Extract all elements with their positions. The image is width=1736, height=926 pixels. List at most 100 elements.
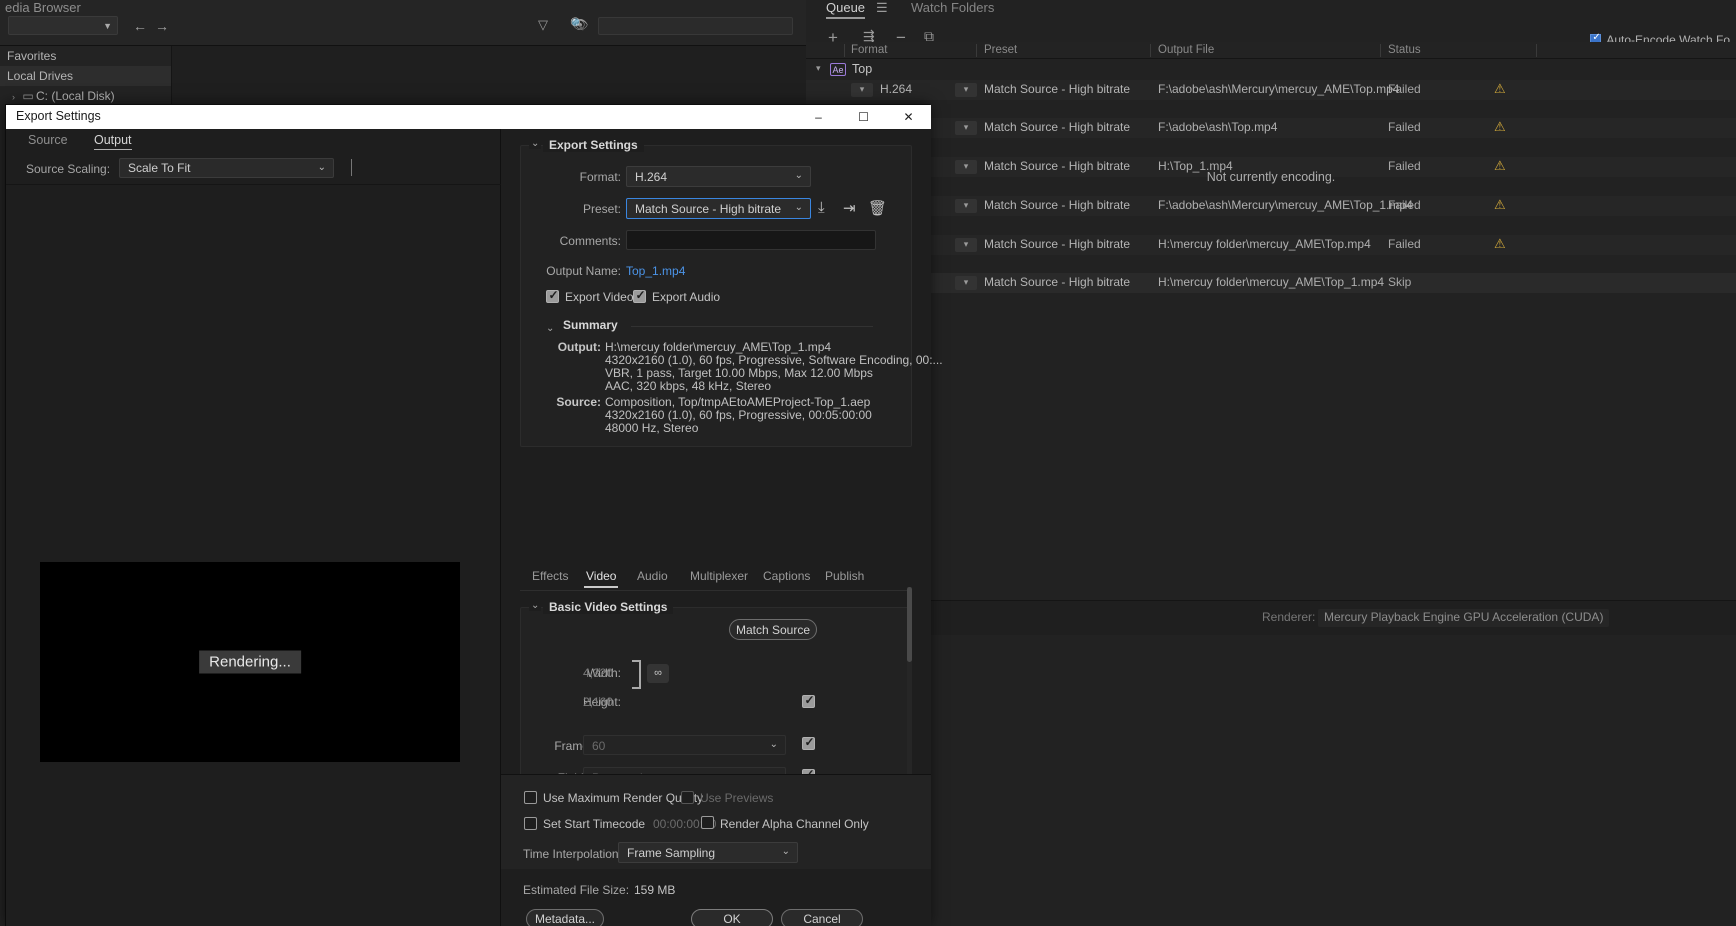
tab-publish[interactable]: Publish: [825, 569, 864, 583]
tab-source[interactable]: Source: [28, 133, 68, 147]
row-status: Skip: [1388, 275, 1412, 289]
export-audio-checkbox[interactable]: [633, 288, 646, 303]
table-row[interactable]: ▾ Match Source - High bitrate H:\mercuy …: [806, 235, 1736, 255]
chevron-down-icon[interactable]: ▾: [851, 83, 873, 97]
cancel-button[interactable]: Cancel: [781, 909, 863, 926]
chevron-down-icon[interactable]: ⌄: [546, 323, 554, 334]
search-icon: 🔍: [570, 17, 585, 31]
preset-select[interactable]: Match Source - High bitrate ⌄: [626, 198, 811, 219]
funnel-icon[interactable]: ▽: [538, 17, 548, 33]
tab-media-browser[interactable]: edia Browser: [5, 0, 81, 15]
queue-group-name: Top: [852, 62, 873, 76]
trash-icon[interactable]: 🗑: [868, 199, 887, 217]
frame-rate-match-checkbox[interactable]: [802, 735, 815, 750]
close-icon[interactable]: ✕: [886, 105, 931, 129]
forward-button[interactable]: →: [155, 18, 169, 34]
maximize-icon[interactable]: ☐: [841, 105, 886, 129]
set-start-timecode-checkbox[interactable]: [524, 817, 537, 830]
row-output-file: H:\mercuy folder\mercuy_AME\Top.mp4: [1158, 237, 1371, 251]
tab-effects[interactable]: Effects: [532, 569, 568, 583]
time-interpolation-select[interactable]: Frame Sampling ⌄: [618, 842, 798, 863]
chevron-down-icon[interactable]: ▾: [955, 238, 977, 252]
frame-rate-value: 60: [592, 739, 606, 753]
queue-group-row[interactable]: ▾ Ae Top: [806, 60, 1736, 80]
save-preset-icon[interactable]: ⤓: [818, 199, 825, 216]
source-scaling-label: Source Scaling:: [26, 162, 111, 176]
media-browser-search-input[interactable]: [598, 17, 793, 35]
tab-video[interactable]: Video: [583, 569, 620, 588]
summary-source-label: Source:: [556, 395, 601, 409]
tab-output[interactable]: Output: [94, 133, 132, 150]
table-row[interactable]: [806, 138, 1736, 158]
tab-watch-folders[interactable]: Watch Folders: [911, 0, 994, 15]
output-name-link[interactable]: Top_1.mp4: [626, 264, 685, 278]
summary-source-line-2: 48000 Hz, Stereo: [605, 421, 699, 435]
render-alpha-checkbox[interactable]: [701, 816, 714, 829]
table-row[interactable]: ▾ Match Source - High bitrate F:\adobe\a…: [806, 118, 1736, 138]
chevron-down-icon[interactable]: ▾: [955, 199, 977, 213]
settings-column: ⌄ Export Settings Format: H.264 ⌄ Preset…: [501, 129, 943, 926]
tab-captions[interactable]: Captions: [763, 569, 810, 583]
import-preset-icon[interactable]: ⇥: [843, 199, 856, 217]
renderer-value[interactable]: Mercury Playback Engine GPU Acceleration…: [1318, 609, 1610, 627]
minimize-icon[interactable]: –: [796, 105, 841, 129]
chevron-down-icon[interactable]: ▾: [955, 276, 977, 290]
summary-output-label: Output:: [557, 340, 601, 354]
tab-audio[interactable]: Audio: [637, 569, 668, 583]
table-row[interactable]: [806, 100, 1736, 120]
format-select[interactable]: H.264 ⌄: [626, 166, 811, 187]
width-height-match-checkbox[interactable]: [802, 693, 815, 708]
chevron-down-icon[interactable]: ⌄: [529, 138, 542, 149]
chevron-down-icon[interactable]: ⌄: [529, 600, 542, 611]
set-start-timecode-label: Set Start Timecode: [543, 817, 646, 831]
settings-scrollbar-thumb[interactable]: [907, 587, 912, 662]
tree-item-local-drives[interactable]: Local Drives: [0, 66, 171, 86]
summary-title: Summary: [563, 318, 618, 332]
rendering-status: Rendering...: [199, 650, 301, 674]
time-interpolation-label: Time Interpolation:: [523, 847, 622, 861]
export-settings-title: Export Settings: [543, 138, 644, 152]
preview-tabbar: Source Output: [6, 129, 501, 155]
estimated-file-size-label: Estimated File Size:: [523, 883, 630, 897]
use-previews-label: Use Previews: [700, 791, 774, 805]
dialog-footer: Estimated File Size: 159 MB Metadata... …: [501, 869, 931, 926]
frame-rate-select[interactable]: 60 ⌄: [583, 735, 786, 755]
render-alpha-label: Render Alpha Channel Only: [720, 817, 869, 831]
table-row[interactable]: [806, 216, 1736, 236]
ok-button[interactable]: OK: [691, 909, 773, 926]
comments-input[interactable]: [626, 230, 876, 250]
row-output-file: F:\adobe\ash\Top.mp4: [1158, 120, 1278, 134]
height-value[interactable]: 2,160: [583, 695, 613, 709]
use-previews-checkbox[interactable]: [681, 791, 694, 804]
preview-stage: Rendering... 00:00:00:00 Fit ⌄ 00:02:03:…: [6, 185, 500, 926]
row-output-file: F:\adobe\ash\Mercury\mercuy_AME\Top_1.mp…: [1158, 198, 1413, 212]
back-button[interactable]: ←: [133, 18, 147, 34]
tree-item-drive-c[interactable]: › ▭ C: (Local Disk): [0, 86, 171, 106]
metadata-button[interactable]: Metadata...: [526, 909, 604, 926]
queue-panel: Queue ☰ Watch Folders + ⇶ − ⧉ Auto-Encod…: [806, 0, 1736, 926]
table-row[interactable]: [806, 255, 1736, 275]
video-preview[interactable]: Rendering...: [40, 562, 460, 762]
divider: [631, 326, 873, 327]
source-scaling-select[interactable]: Scale To Fit ⌄: [119, 158, 334, 178]
table-row[interactable]: ▾ H.264 ▾ Match Source - High bitrate F:…: [806, 80, 1736, 100]
table-row[interactable]: ▾ Match Source - High bitrate H:\mercuy …: [806, 273, 1736, 293]
match-source-button[interactable]: Match Source: [729, 619, 817, 640]
link-icon[interactable]: ∞: [647, 664, 669, 683]
encoding-status: Not currently encoding.: [1206, 170, 1336, 184]
chevron-down-icon[interactable]: ▾: [955, 121, 977, 135]
row-status: Failed: [1388, 82, 1421, 96]
warning-icon: ⚠: [1494, 119, 1506, 134]
media-browser-path-combo[interactable]: ▼: [8, 16, 118, 35]
width-value[interactable]: 4,320: [583, 666, 613, 680]
text-caret: [351, 159, 352, 176]
chevron-down-icon: ⌄: [317, 162, 326, 173]
queue-column-headers: Format Preset Output File Status: [806, 42, 1736, 59]
tree-item-favorites[interactable]: Favorites: [0, 46, 171, 66]
export-video-checkbox[interactable]: [546, 288, 559, 303]
tab-multiplexer[interactable]: Multiplexer: [690, 569, 748, 583]
queue-menu-icon[interactable]: ☰: [876, 0, 888, 16]
chevron-down-icon[interactable]: ▾: [955, 83, 977, 97]
use-max-render-quality-checkbox[interactable]: [524, 791, 537, 804]
table-row[interactable]: ▾ Match Source - High bitrate F:\adobe\a…: [806, 196, 1736, 216]
